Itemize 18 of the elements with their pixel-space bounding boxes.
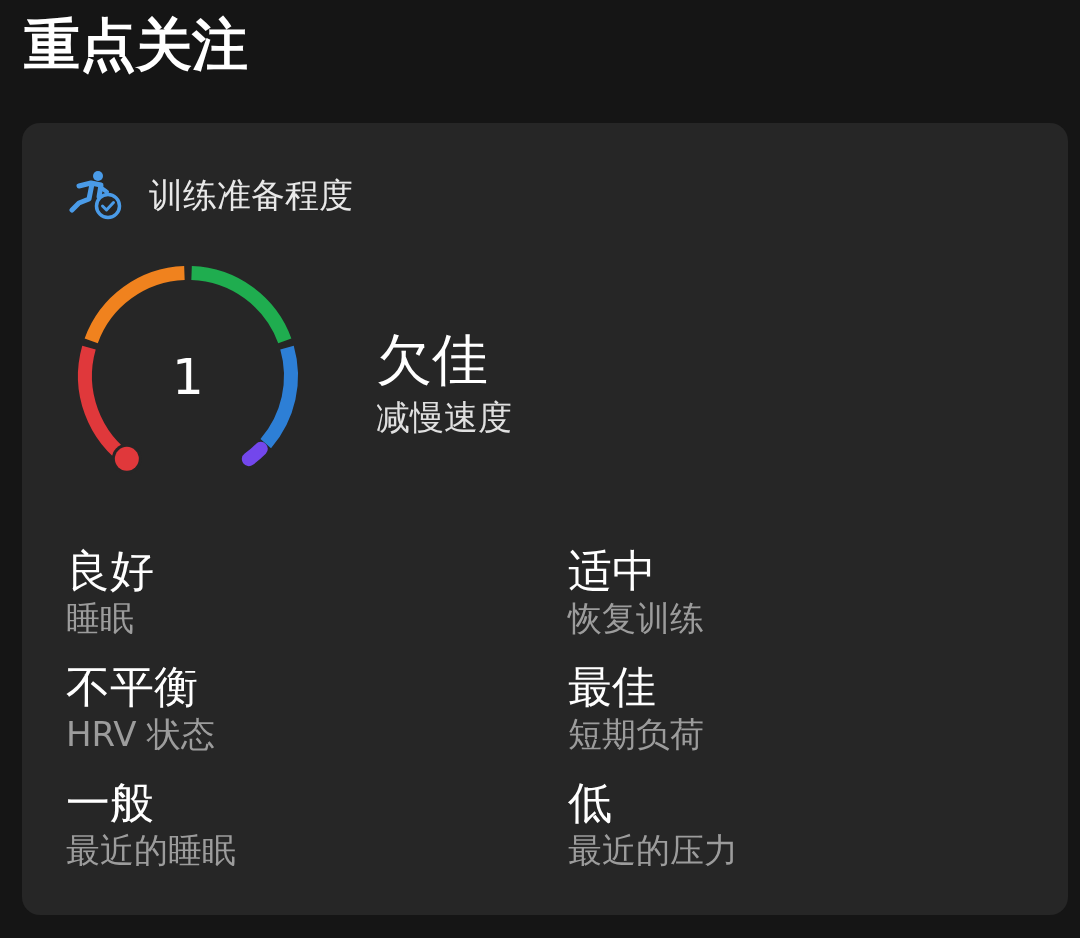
gauge-score: 1 — [172, 348, 204, 406]
factor-value: 低 — [568, 778, 612, 828]
factor-label: 最近的睡眠 — [66, 829, 236, 872]
factor-label: 最近的压力 — [568, 829, 738, 872]
factor-value: 适中 — [568, 546, 656, 596]
status-value: 欠佳 — [376, 326, 489, 394]
factor-value: 良好 — [66, 546, 154, 596]
page-title: 重点关注 — [24, 14, 248, 76]
status-note: 减慢速度 — [376, 396, 512, 439]
factor-value: 不平衡 — [66, 662, 198, 712]
factor-label: 短期负荷 — [568, 713, 704, 756]
card-title: 训练准备程度 — [149, 174, 353, 217]
factor-label: 恢复训练 — [568, 597, 704, 640]
factor-label: 睡眠 — [66, 597, 134, 640]
runner-check-icon — [69, 170, 123, 220]
factor-label: HRV 状态 — [66, 713, 216, 756]
factor-value: 最佳 — [568, 662, 656, 712]
factor-value: 一般 — [66, 778, 154, 828]
